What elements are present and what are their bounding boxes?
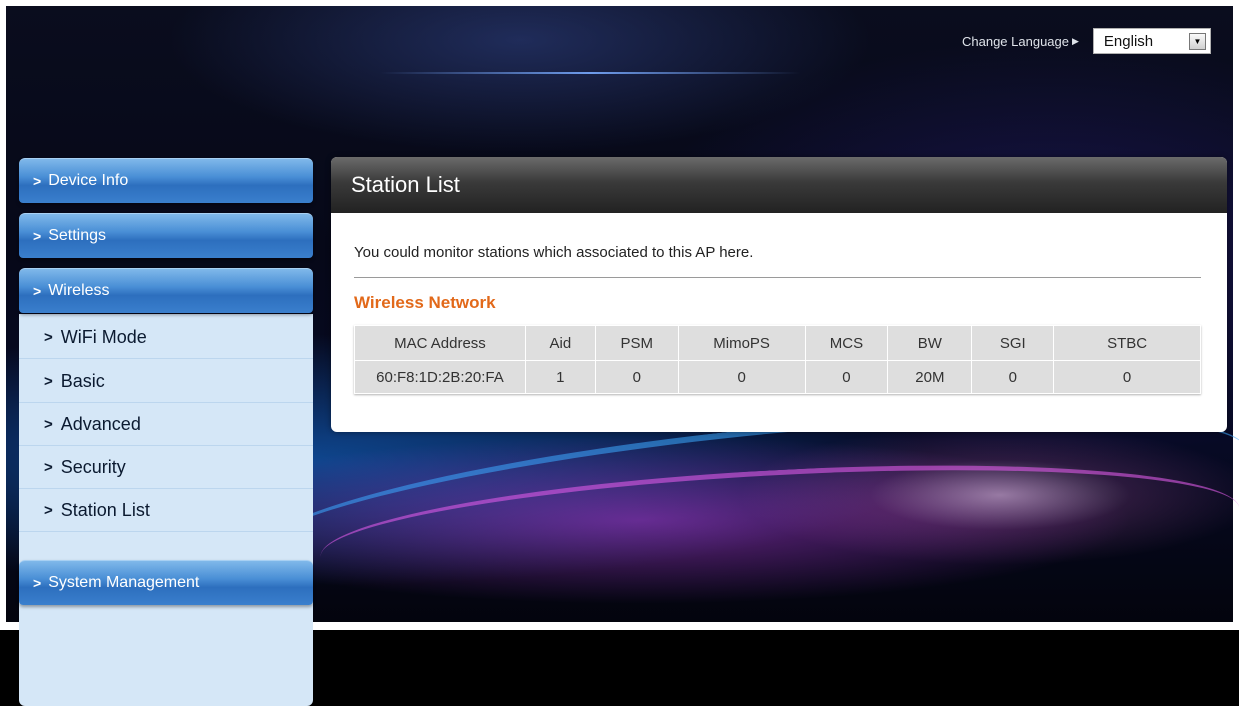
table-cell: 0 (1053, 360, 1201, 394)
station-list-panel: Station List You could monitor stations … (331, 157, 1227, 432)
table-cell: 0 (677, 360, 806, 394)
table-header-row: MAC Address Aid PSM MimoPS MCS BW SGI ST… (354, 325, 1201, 361)
table-row: 60:F8:1D:2B:20:FA 1 0 0 0 20M 0 0 (354, 360, 1201, 394)
sidebar-item-label: Wireless (48, 282, 110, 299)
submenu-item-basic[interactable]: > Basic (19, 360, 313, 403)
submenu-item-label: Security (60, 456, 126, 477)
sidebar-item-label: Device Info (48, 172, 129, 189)
submenu-item-label: WiFi Mode (60, 326, 147, 347)
section-title: Wireless Network (354, 293, 496, 312)
arrow-right-icon: ▶ (1072, 35, 1079, 46)
wireless-submenu: > WiFi Mode > Basic > Advanced > Securit… (19, 314, 313, 706)
column-header: MimoPS (677, 325, 806, 361)
submenu-item-advanced[interactable]: > Advanced (19, 403, 313, 446)
column-header: STBC (1053, 325, 1201, 361)
column-header: MAC Address (354, 325, 526, 361)
chevron-right-icon: > (44, 458, 53, 476)
chevron-right-icon: > (33, 575, 42, 591)
sidebar-item-wireless[interactable]: > Wireless (19, 268, 313, 313)
submenu-item-label: Station List (60, 499, 150, 520)
chevron-down-icon[interactable]: ▼ (1188, 32, 1206, 50)
table-cell: 1 (524, 360, 596, 394)
language-switcher: Change Language ▶ English ▼ (962, 26, 1211, 56)
submenu-item-security[interactable]: > Security (19, 446, 313, 489)
chevron-right-icon: > (44, 415, 53, 433)
column-header: SGI (971, 325, 1055, 361)
page-title: Station List (331, 157, 1227, 213)
table-cell: 0 (594, 360, 679, 394)
submenu-item-wifi-mode[interactable]: > WiFi Mode (19, 316, 313, 359)
chevron-right-icon: > (33, 283, 42, 299)
submenu-item-station-list[interactable]: > Station List (19, 489, 313, 532)
table-cell: 0 (804, 360, 889, 394)
sidebar-item-label: Settings (48, 227, 106, 244)
station-table: MAC Address Aid PSM MimoPS MCS BW SGI ST… (354, 325, 1201, 394)
column-header: MCS (804, 325, 889, 361)
change-language-label: Change Language (962, 33, 1069, 49)
sidebar-item-system-management[interactable]: > System Management (19, 560, 313, 605)
divider (354, 277, 1201, 278)
table-cell: 20M (887, 360, 973, 394)
sidebar-item-device-info[interactable]: > Device Info (19, 158, 313, 203)
chevron-right-icon: > (33, 173, 42, 189)
chevron-right-icon: > (44, 501, 53, 519)
language-select[interactable]: English ▼ (1092, 28, 1211, 54)
table-cell: 0 (971, 360, 1055, 394)
language-select-value: English (1103, 32, 1154, 50)
table-cell: 60:F8:1D:2B:20:FA (354, 360, 526, 394)
chevron-right-icon: > (44, 328, 53, 346)
submenu-item-label: Advanced (60, 413, 141, 434)
sidebar-item-settings[interactable]: > Settings (19, 213, 313, 258)
sidebar-item-label: System Management (48, 574, 200, 591)
column-header: Aid (524, 325, 596, 361)
column-header: BW (887, 325, 973, 361)
chevron-right-icon: > (33, 228, 42, 244)
submenu-item-label: Basic (60, 370, 105, 391)
column-header: PSM (594, 325, 679, 361)
chevron-right-icon: > (44, 372, 53, 390)
page-description: You could monitor stations which associa… (354, 244, 754, 261)
